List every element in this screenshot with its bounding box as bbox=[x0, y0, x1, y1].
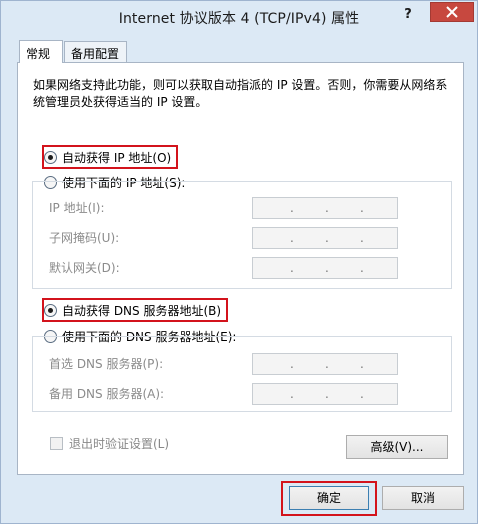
description-text: 如果网络支持此功能，则可以获取自动指派的 IP 设置。否则，你需要从网络系统管理… bbox=[33, 78, 448, 109]
alternate-dns-label: 备用 DNS 服务器(A): bbox=[49, 387, 165, 401]
dns-auto-label: 自动获得 DNS 服务器地址(B) bbox=[62, 303, 222, 318]
ip-auto-label: 自动获得 IP 地址(O) bbox=[62, 150, 172, 165]
advanced-button[interactable]: 高级(V)... bbox=[346, 435, 448, 459]
cancel-button[interactable]: 取消 bbox=[382, 486, 464, 510]
validate-on-exit-option[interactable]: 退出时验证设置(L) bbox=[50, 435, 169, 452]
default-gateway-label: 默认网关(D): bbox=[49, 261, 120, 275]
ok-button[interactable]: 确定 bbox=[289, 486, 369, 510]
tab-general[interactable]: 常规 bbox=[19, 40, 63, 63]
subnet-mask-input[interactable]: . . . bbox=[252, 227, 398, 249]
validate-on-exit-checkbox[interactable] bbox=[50, 437, 63, 450]
subnet-mask-label: 子网掩码(U): bbox=[49, 231, 120, 245]
ip-auto-option[interactable]: 自动获得 IP 地址(O) bbox=[44, 148, 171, 166]
close-icon bbox=[446, 6, 458, 18]
validate-on-exit-label: 退出时验证设置(L) bbox=[69, 437, 170, 451]
tab-alternate-configuration[interactable]: 备用配置 bbox=[64, 41, 127, 63]
dns-auto-radio[interactable] bbox=[44, 303, 57, 317]
preferred-dns-label: 首选 DNS 服务器(P): bbox=[49, 357, 164, 371]
title-bar[interactable]: Internet 协议版本 4 (TCP/IPv4) 属性 ? bbox=[1, 1, 477, 35]
default-gateway-input[interactable]: . . . bbox=[252, 257, 398, 279]
alternate-dns-input[interactable]: . . . bbox=[252, 383, 398, 405]
general-tab-panel: 如果网络支持此功能，则可以获取自动指派的 IP 设置。否则，你需要从网络系统管理… bbox=[17, 62, 464, 475]
ip-address-label: IP 地址(I): bbox=[49, 201, 105, 215]
preferred-dns-input[interactable]: . . . bbox=[252, 353, 398, 375]
dns-auto-option[interactable]: 自动获得 DNS 服务器地址(B) bbox=[44, 301, 221, 319]
ipv4-properties-dialog: Internet 协议版本 4 (TCP/IPv4) 属性 ? 常规 备用配置 … bbox=[0, 0, 478, 524]
ip-auto-radio[interactable] bbox=[44, 150, 57, 164]
help-button[interactable]: ? bbox=[395, 5, 421, 25]
close-button[interactable] bbox=[430, 2, 474, 22]
ip-address-input[interactable]: . . . bbox=[252, 197, 398, 219]
